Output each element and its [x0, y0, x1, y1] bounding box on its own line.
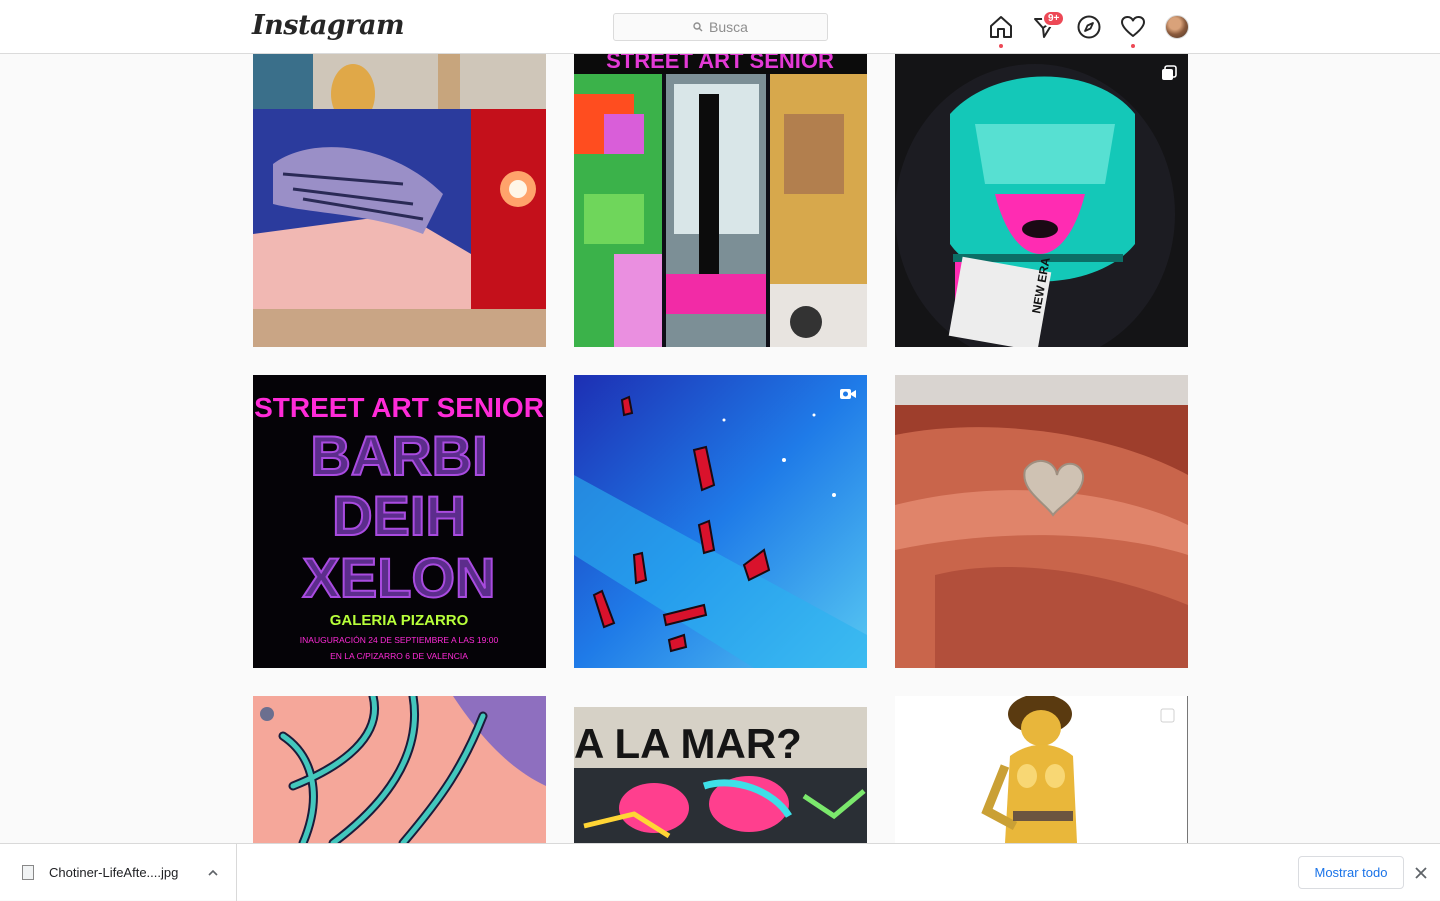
download-shelf: Chotiner-LifeAfte....jpg Mostrar todo — [0, 843, 1440, 901]
poster-line-2: EN LA C/PIZARRO 6 DE VALENCIA — [330, 651, 468, 661]
instagram-logo[interactable]: Instagram — [252, 10, 405, 41]
file-icon — [22, 865, 34, 880]
download-item[interactable]: Chotiner-LifeAfte....jpg — [0, 844, 237, 901]
chevron-up-icon[interactable] — [206, 866, 220, 880]
post-image: STREET ART SENIOR BARBI DEIH XELON GALER… — [253, 375, 546, 668]
poster-venue: GALERIA PIZARRO — [330, 612, 469, 629]
post-image — [574, 375, 867, 668]
search-icon — [693, 22, 703, 32]
post-tile-8[interactable]: A LA MAR? — [574, 696, 867, 843]
post-image — [253, 54, 546, 347]
post-tile-6[interactable] — [895, 375, 1188, 668]
post-tile-9[interactable] — [895, 696, 1188, 843]
carousel-icon — [1162, 65, 1177, 80]
poster-name-2: DEIH — [332, 484, 466, 547]
post-tile-3[interactable]: NEW ERA — [895, 54, 1188, 347]
close-icon[interactable] — [1413, 865, 1429, 881]
carousel-icon — [1160, 708, 1175, 723]
show-all-button[interactable]: Mostrar todo — [1298, 856, 1404, 889]
video-icon — [840, 389, 856, 399]
search-placeholder: Busca — [709, 19, 748, 35]
post-image — [253, 696, 546, 843]
direct-badge: 9+ — [1042, 10, 1066, 27]
post-image: A LA MAR? — [574, 696, 867, 843]
avatar[interactable] — [1165, 15, 1189, 39]
post-tile-1[interactable] — [253, 54, 546, 347]
post-tile-4[interactable]: STREET ART SENIOR BARBI DEIH XELON GALER… — [253, 375, 546, 668]
search-input[interactable]: Busca — [613, 13, 828, 41]
post-image: STREET ART SENIOR — [574, 54, 867, 347]
poster-title: STREET ART SENIOR — [254, 392, 544, 423]
post-tile-2[interactable]: STREET ART SENIOR — [574, 54, 867, 347]
post-image: NEW ERA — [895, 54, 1188, 347]
explore-icon[interactable] — [1076, 14, 1102, 40]
download-file-name: Chotiner-LifeAfte....jpg — [49, 865, 179, 880]
poster-line-1: INAUGURACIÓN 24 DE SEPTIEMBRE A LAS 19:0… — [300, 635, 499, 645]
top-nav-bar: Instagram Busca 9+ — [0, 0, 1440, 54]
home-notification-dot — [999, 44, 1003, 48]
post-image — [895, 696, 1187, 843]
poster-name-3: XELON — [303, 546, 496, 609]
heart-icon[interactable] — [1120, 14, 1146, 40]
post-8-text: A LA MAR? — [574, 720, 802, 767]
home-icon[interactable] — [988, 14, 1014, 40]
post-2-text: STREET ART SENIOR — [606, 54, 834, 73]
post-image — [895, 375, 1188, 668]
post-tile-5[interactable] — [574, 375, 867, 668]
poster-name-1: BARBI — [310, 424, 487, 487]
post-tile-7[interactable] — [253, 696, 546, 843]
activity-notification-dot — [1131, 44, 1135, 48]
